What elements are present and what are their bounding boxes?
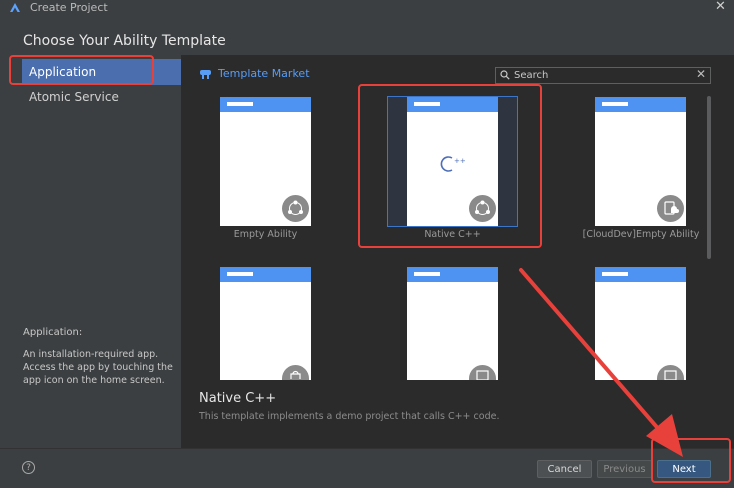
search-icon (500, 70, 510, 80)
ability-icon (282, 195, 309, 222)
card-header (220, 97, 311, 112)
cloud-icon (657, 195, 684, 222)
clear-search-icon[interactable]: ✕ (696, 67, 706, 81)
description-text: An installation-required app. Access the… (23, 349, 173, 386)
cpp-icon: ++ (440, 156, 466, 172)
card-header (595, 267, 686, 282)
previous-button[interactable]: Previous (597, 460, 652, 478)
description-title: Application: (23, 327, 83, 338)
card-header (407, 267, 498, 282)
help-icon[interactable]: ? (22, 461, 35, 474)
template-market-link[interactable]: Template Market (218, 67, 310, 80)
template-label: [CloudDev]Empty Ability (582, 229, 700, 240)
template-card-native-cpp[interactable]: ++ (407, 97, 498, 226)
template-card[interactable] (220, 267, 311, 380)
template-label: Empty Ability (233, 229, 298, 240)
close-icon[interactable]: ✕ (715, 0, 726, 14)
template-detail-title: Native C++ (199, 391, 277, 406)
window-title: Create Project (30, 1, 108, 14)
sidebar-item-atomic-service[interactable]: Atomic Service (22, 84, 181, 110)
template-label: Native C++ (424, 229, 481, 240)
image-icon (469, 365, 496, 381)
card-header (220, 267, 311, 282)
template-card[interactable] (595, 267, 686, 381)
sidebar-item-application[interactable]: Application (22, 59, 181, 85)
image-icon (657, 365, 684, 381)
template-detail-description: This template implements a demo project … (199, 411, 500, 422)
title-bar: Create Project ✕ (0, 0, 734, 16)
template-card[interactable] (407, 267, 498, 381)
next-button[interactable]: Next (657, 460, 711, 478)
template-card-empty-ability[interactable] (220, 97, 311, 226)
shopping-bag-icon (282, 365, 309, 380)
card-header (595, 97, 686, 112)
app-logo-icon (10, 3, 20, 12)
search-box[interactable]: ✕ (495, 67, 711, 84)
template-card-clouddev-empty-ability[interactable] (595, 97, 686, 226)
ability-icon (469, 195, 496, 222)
svg-text:++: ++ (454, 157, 466, 165)
sidebar (0, 55, 181, 448)
search-input[interactable] (514, 68, 684, 83)
scrollbar[interactable] (707, 96, 711, 259)
market-icon (200, 70, 211, 79)
card-header (407, 97, 498, 112)
page-title: Choose Your Ability Template (23, 33, 226, 49)
cancel-button[interactable]: Cancel (537, 460, 592, 478)
